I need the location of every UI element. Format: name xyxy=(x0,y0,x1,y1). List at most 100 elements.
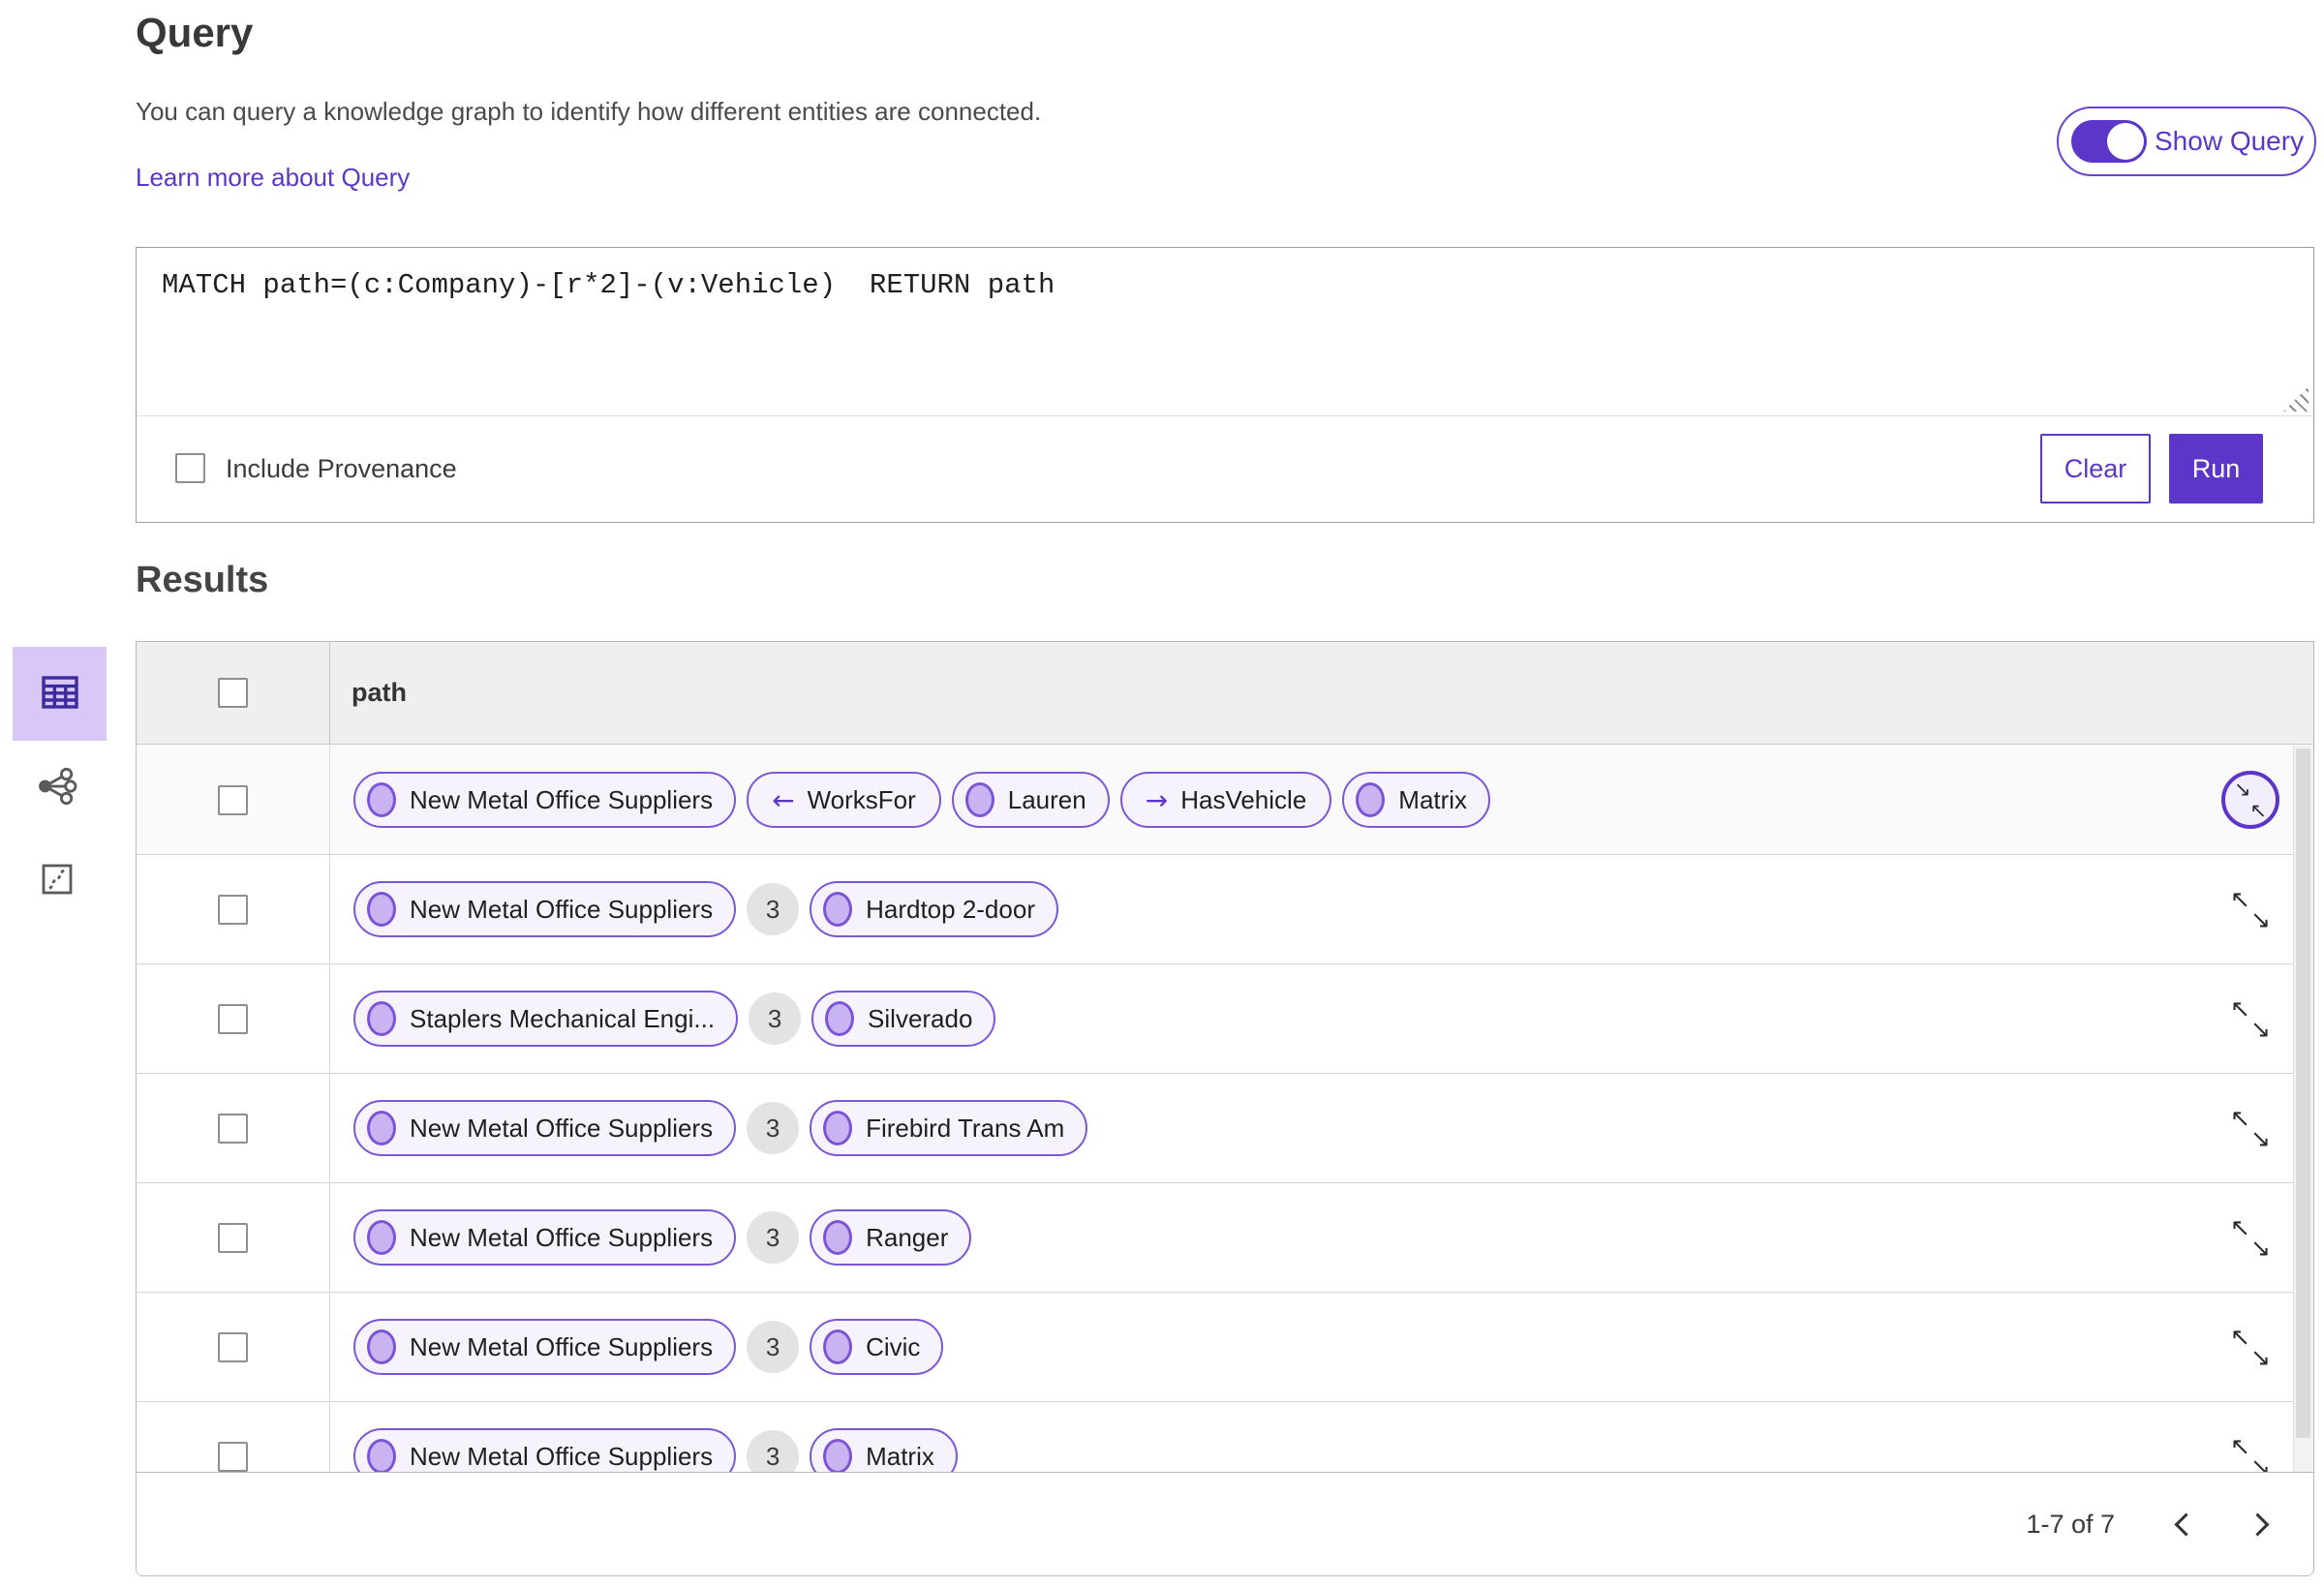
entity-pill[interactable]: New Metal Office Suppliers xyxy=(353,1428,737,1475)
path-cell: New Metal Office Suppliers 3 Civic xyxy=(330,1293,2187,1401)
row-checkbox-cell xyxy=(137,1293,330,1401)
include-provenance-label: Include Provenance xyxy=(226,454,457,483)
page-title: Query xyxy=(136,10,254,55)
table-row: Staplers Mechanical Engi... 3 Silverado ↖ ↘ xyxy=(137,964,2313,1074)
row-checkbox[interactable] xyxy=(218,894,248,925)
entity-label: Firebird Trans Am xyxy=(866,1113,1065,1143)
path-cell: New Metal Office Suppliers ← WorksFor Laure… xyxy=(330,746,2187,854)
row-checkbox[interactable] xyxy=(218,784,248,815)
expand-arrow-icon: ↖ xyxy=(2230,1213,2250,1241)
map-view-button[interactable] xyxy=(19,850,95,910)
entity-pill[interactable]: Lauren xyxy=(951,772,1110,828)
relationship-arrow-icon: → xyxy=(1145,783,1169,816)
entity-pill[interactable]: Matrix xyxy=(810,1428,958,1475)
show-query-toggle[interactable]: Show Query xyxy=(2057,107,2316,176)
entity-pill[interactable]: New Metal Office Suppliers xyxy=(353,772,737,828)
query-editor-footer: Include Provenance Clear Run xyxy=(137,415,2313,522)
row-checkbox[interactable] xyxy=(218,1222,248,1253)
relationship-pill[interactable]: → HasVehicle xyxy=(1119,772,1332,828)
entity-pill[interactable]: Civic xyxy=(810,1319,944,1375)
expand-row-button[interactable]: ↖ ↘ xyxy=(2228,1213,2273,1262)
expand-row-button[interactable]: ↖ ↘ xyxy=(2228,994,2273,1043)
row-checkbox[interactable] xyxy=(218,1331,248,1362)
row-checkbox-cell xyxy=(137,1074,330,1182)
entity-node-icon xyxy=(1356,782,1386,817)
entity-node-icon xyxy=(823,892,853,927)
entity-label: New Metal Office Suppliers xyxy=(410,1222,714,1252)
table-row: New Metal Office Suppliers 3 Hardtop 2-doo… xyxy=(137,855,2313,964)
table-header: path xyxy=(137,642,2313,745)
entity-pill[interactable]: New Metal Office Suppliers xyxy=(353,1319,737,1375)
next-page-button[interactable] xyxy=(2231,1495,2289,1553)
row-checkbox-cell xyxy=(137,855,330,963)
learn-more-link[interactable]: Learn more about Query xyxy=(136,163,410,193)
entity-pill[interactable]: New Metal Office Suppliers xyxy=(353,1100,737,1156)
expand-arrow-icon: ↘ xyxy=(2250,905,2271,933)
row-checkbox-cell xyxy=(137,964,330,1073)
select-all-cell xyxy=(137,642,330,744)
expand-arrow-icon: ↘ xyxy=(2250,1234,2271,1262)
entity-pill[interactable]: New Metal Office Suppliers xyxy=(353,881,737,937)
column-header-path: path xyxy=(352,678,407,707)
table-row: New Metal Office Suppliers 3 Civic ↖ ↘ xyxy=(137,1293,2313,1402)
query-textarea[interactable]: MATCH path=(c:Company)-[r*2]-(v:Vehicle)… xyxy=(137,248,2313,416)
expand-arrow-icon: ↘ xyxy=(2250,1015,2271,1043)
relationship-pill[interactable]: ← WorksFor xyxy=(747,772,941,828)
prev-page-button[interactable] xyxy=(2154,1495,2212,1553)
entity-label: New Metal Office Suppliers xyxy=(410,784,714,814)
expand-row-button[interactable]: ↘ ↖ xyxy=(2221,771,2279,829)
relationship-count-badge: 3 xyxy=(749,992,802,1045)
relationship-count-badge: 3 xyxy=(747,1211,800,1264)
entity-pill[interactable]: Silverado xyxy=(811,991,996,1047)
entity-label: Civic xyxy=(866,1331,921,1361)
expand-arrow-icon: ↖ xyxy=(2230,1323,2250,1351)
select-all-checkbox[interactable] xyxy=(218,678,248,708)
include-provenance-checkbox[interactable] xyxy=(175,453,205,483)
link-chart-icon xyxy=(35,764,79,811)
entity-node-icon xyxy=(823,1220,853,1255)
query-page: Query You can query a knowledge graph to… xyxy=(0,0,2324,1588)
table-view-button[interactable] xyxy=(13,647,107,741)
expand-row-button[interactable]: ↖ ↘ xyxy=(2228,1432,2273,1475)
clear-button[interactable]: Clear xyxy=(2040,434,2151,504)
expand-row-button[interactable]: ↖ ↘ xyxy=(2228,885,2273,933)
toggle-switch-icon[interactable] xyxy=(2071,120,2147,163)
entity-label: Hardtop 2-door xyxy=(866,894,1035,924)
path-cell: New Metal Office Suppliers 3 Matrix xyxy=(330,1402,2187,1475)
entity-label: Silverado xyxy=(868,1003,973,1033)
toggle-knob xyxy=(2107,123,2144,160)
expand-row-button[interactable]: ↖ ↘ xyxy=(2228,1323,2273,1371)
results-title: Results xyxy=(136,560,269,600)
query-editor: MATCH path=(c:Company)-[r*2]-(v:Vehicle)… xyxy=(136,247,2314,523)
path-cell: New Metal Office Suppliers 3 Ranger xyxy=(330,1183,2187,1292)
table-row: New Metal Office Suppliers 3 Matrix ↖ ↘ xyxy=(137,1402,2313,1475)
entity-node-icon xyxy=(964,782,994,817)
entity-pill[interactable]: Staplers Mechanical Engi... xyxy=(353,991,739,1047)
entity-pill[interactable]: Ranger xyxy=(810,1209,972,1266)
entity-label: New Metal Office Suppliers xyxy=(410,894,714,924)
entity-pill[interactable]: Firebird Trans Am xyxy=(810,1100,1088,1156)
entity-pill[interactable]: Hardtop 2-door xyxy=(810,881,1058,937)
entity-label: New Metal Office Suppliers xyxy=(410,1441,714,1471)
run-button[interactable]: Run xyxy=(2169,434,2263,504)
scrollbar-thumb[interactable] xyxy=(2296,748,2310,1438)
row-checkbox[interactable] xyxy=(218,1441,248,1472)
scrollbar-track[interactable] xyxy=(2293,746,2313,1472)
row-checkbox-cell xyxy=(137,746,330,854)
entity-node-icon xyxy=(367,1439,396,1474)
link-chart-view-button[interactable] xyxy=(19,757,95,817)
relationship-count-badge: 3 xyxy=(747,883,800,935)
entity-pill[interactable]: Matrix xyxy=(1342,772,1491,828)
expand-arrow-icon: ↖ xyxy=(2230,994,2250,1023)
table-footer: 1-7 of 7 xyxy=(137,1472,2313,1575)
entity-node-icon xyxy=(825,1001,855,1036)
row-checkbox[interactable] xyxy=(218,1003,248,1034)
entity-node-icon xyxy=(367,1329,396,1364)
row-checkbox[interactable] xyxy=(218,1113,248,1144)
entity-node-icon xyxy=(823,1439,853,1474)
expand-arrow-icon: ↖ xyxy=(2230,885,2250,913)
entity-pill[interactable]: New Metal Office Suppliers xyxy=(353,1209,737,1266)
table-row: New Metal Office Suppliers 3 Ranger ↖ ↘ xyxy=(137,1183,2313,1293)
table-row: New Metal Office Suppliers ← WorksFor Laure… xyxy=(137,746,2313,855)
expand-row-button[interactable]: ↖ ↘ xyxy=(2228,1104,2273,1152)
